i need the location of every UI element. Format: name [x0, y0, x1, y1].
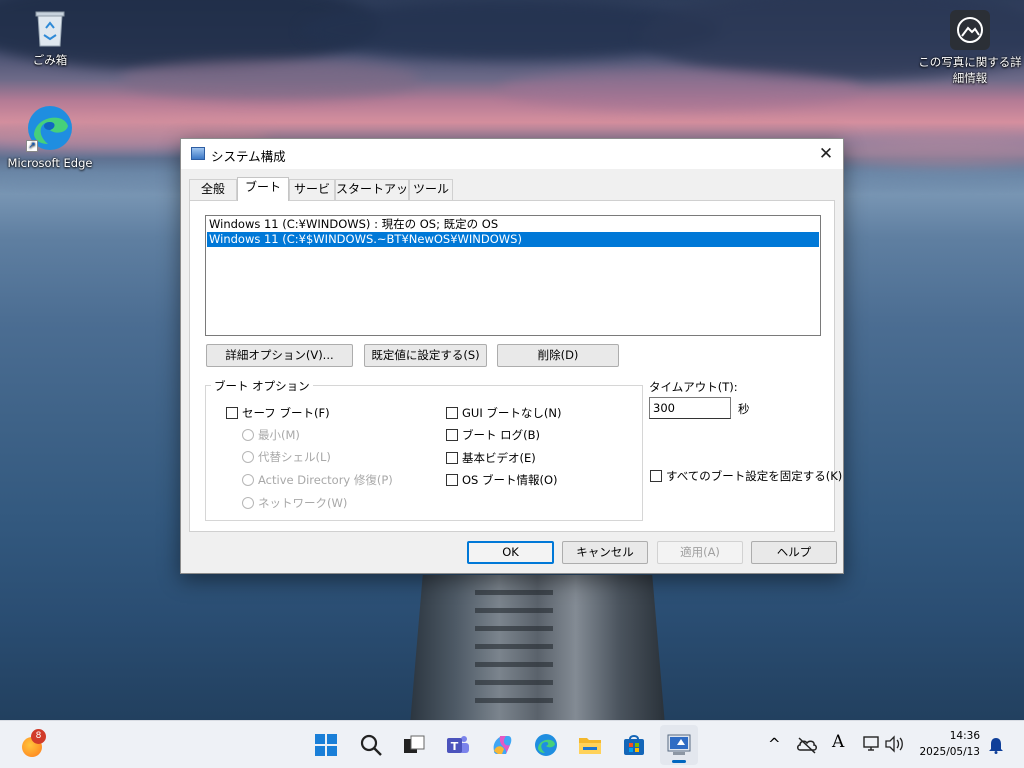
ime-mode-indicator[interactable]: A: [832, 732, 844, 752]
checkbox-box: [446, 407, 458, 419]
tab-tools[interactable]: ツール: [409, 179, 453, 200]
advanced-options-button[interactable]: 詳細オプション(V)...: [206, 344, 353, 367]
desktop-icon-recycle-bin[interactable]: ごみ箱: [5, 8, 95, 68]
teams-icon[interactable]: T: [446, 733, 470, 757]
network-radio: ネットワーク(W): [242, 496, 347, 510]
base-video-checkbox[interactable]: 基本ビデオ(E): [446, 451, 536, 465]
timeout-input[interactable]: 300: [649, 397, 731, 419]
edge-icon[interactable]: [534, 733, 558, 757]
store-icon[interactable]: [622, 733, 646, 757]
shortcut-arrow-icon: ↗: [26, 140, 38, 152]
desktop-icon-label-line1: この写真に関する詳: [918, 55, 1022, 69]
base-video-label: 基本ビデオ(E): [462, 451, 536, 465]
cancel-button[interactable]: キャンセル: [562, 541, 648, 564]
boot-options-legend: ブート オプション: [211, 378, 313, 394]
desktop-icon-edge[interactable]: ↗ Microsoft Edge: [5, 104, 95, 170]
no-gui-boot-label: GUI ブートなし(N): [462, 406, 562, 420]
volume-icon[interactable]: [884, 735, 904, 753]
recycle-bin-icon: [32, 8, 68, 48]
radio-circle: [242, 474, 254, 486]
minimal-radio: 最小(M): [242, 428, 300, 442]
os-boot-info-checkbox[interactable]: OS ブート情報(O): [446, 473, 558, 487]
task-view-icon[interactable]: [402, 733, 426, 757]
boot-tab-panel: Windows 11 (C:¥WINDOWS) : 現在の OS; 既定の OS…: [189, 200, 842, 532]
minimal-label: 最小(M): [258, 428, 300, 442]
boot-log-label: ブート ログ(B): [462, 428, 541, 442]
system-config-icon: [667, 733, 691, 757]
search-icon[interactable]: [359, 733, 383, 757]
boot-log-checkbox[interactable]: ブート ログ(B): [446, 428, 540, 442]
help-button[interactable]: ヘルプ: [751, 541, 837, 564]
running-indicator: [672, 760, 686, 763]
close-button[interactable]: ✕: [809, 139, 843, 169]
onedrive-icon[interactable]: [796, 735, 818, 755]
timeout-label: タイムアウト(T):: [649, 380, 738, 394]
checkbox-box: [446, 452, 458, 464]
checkbox-box: [446, 474, 458, 486]
ad-repair-label: Active Directory 修復(P): [258, 473, 393, 487]
radio-circle: [242, 429, 254, 441]
delete-button[interactable]: 削除(D): [497, 344, 619, 367]
network-icon[interactable]: [862, 735, 880, 753]
widget-badge: 8: [31, 729, 46, 744]
alternate-shell-label: 代替シェル(L): [258, 450, 331, 464]
boot-entries-list[interactable]: Windows 11 (C:¥WINDOWS) : 現在の OS; 既定の OS…: [205, 215, 821, 336]
boot-options-group: ブート オプション セーフ ブート(F) 最小(M) 代替シェル(L) Acti…: [205, 378, 643, 521]
system-config-taskbar-button[interactable]: [660, 725, 698, 765]
clock-date[interactable]: 2025/05/13: [910, 746, 980, 758]
title-bar[interactable]: システム構成 ✕: [181, 139, 843, 169]
system-configuration-dialog: システム構成 ✕ 全般 ブート サービス スタートアップ ツール Windows…: [180, 138, 844, 574]
timeout-unit: 秒: [738, 402, 750, 416]
radio-circle: [242, 497, 254, 509]
os-boot-info-label: OS ブート情報(O): [462, 473, 558, 487]
widgets-button[interactable]: 8: [20, 729, 46, 757]
checkbox-box: [446, 429, 458, 441]
make-permanent-checkbox[interactable]: すべてのブート設定を固定する(K): [650, 469, 842, 483]
system-config-icon: [191, 147, 205, 160]
radio-circle: [242, 451, 254, 463]
file-explorer-icon[interactable]: [578, 733, 602, 757]
edge-icon: ↗: [26, 104, 74, 152]
show-hidden-icons-button[interactable]: ^: [768, 735, 781, 753]
photo-info-icon: [950, 10, 990, 50]
copilot-icon[interactable]: [490, 733, 514, 757]
tab-general[interactable]: 全般: [189, 179, 237, 200]
boot-entry-selected[interactable]: Windows 11 (C:¥$WINDOWS.~BT¥NewOS¥WINDOW…: [207, 232, 819, 247]
start-icon[interactable]: [314, 733, 338, 757]
desktop-icon-label-line2: 細情報: [952, 71, 988, 85]
taskbar: 8 T ^ A 14:36 2025/05/13: [0, 720, 1024, 768]
svg-text:T: T: [451, 740, 459, 753]
desktop-icon-photo-info[interactable]: この写真に関する詳 細情報: [918, 10, 1022, 86]
safe-boot-label: セーフ ブート(F): [242, 406, 330, 420]
clock-time[interactable]: 14:36: [918, 730, 980, 742]
no-gui-boot-checkbox[interactable]: GUI ブートなし(N): [446, 406, 561, 420]
apply-button: 適用(A): [657, 541, 743, 564]
desktop-icon-label: ごみ箱: [32, 53, 68, 67]
make-permanent-label: すべてのブート設定を固定する(K): [666, 469, 843, 483]
checkbox-box: [226, 407, 238, 419]
notification-bell-icon[interactable]: [988, 736, 1004, 754]
safe-boot-checkbox[interactable]: セーフ ブート(F): [226, 406, 330, 420]
checkbox-box: [650, 470, 662, 482]
tab-services[interactable]: サービス: [289, 179, 335, 215]
tab-startup[interactable]: スタートアップ: [335, 179, 409, 215]
network-label: ネットワーク(W): [258, 496, 348, 510]
alternate-shell-radio: 代替シェル(L): [242, 450, 331, 464]
desktop-icon-label: Microsoft Edge: [7, 156, 93, 170]
set-default-button[interactable]: 既定値に設定する(S): [364, 344, 487, 367]
ad-repair-radio: Active Directory 修復(P): [242, 473, 393, 487]
dialog-title: システム構成: [211, 149, 286, 164]
ok-button[interactable]: OK: [467, 541, 554, 564]
boot-entry-current[interactable]: Windows 11 (C:¥WINDOWS) : 現在の OS; 既定の OS: [207, 217, 819, 232]
tab-boot[interactable]: ブート: [237, 177, 289, 201]
